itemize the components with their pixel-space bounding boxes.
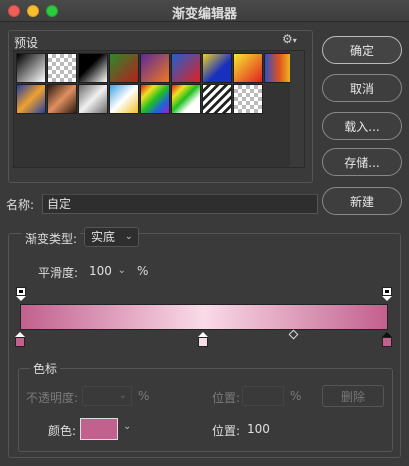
name-label: 名称:	[6, 198, 35, 212]
ok-button[interactable]: 确定	[322, 36, 402, 64]
preset-swatch[interactable]	[171, 53, 201, 83]
opacity-label: 不透明度:	[26, 391, 79, 405]
preset-swatch[interactable]	[233, 53, 263, 83]
preset-swatch[interactable]	[47, 53, 77, 83]
gradient-preview-bar[interactable]	[20, 304, 388, 330]
preset-swatch[interactable]	[109, 84, 139, 114]
opacity-unit: %	[138, 389, 150, 403]
name-input[interactable]: 自定	[42, 194, 318, 214]
smoothness-value: 100	[89, 264, 112, 278]
color-stop-group-label: 色标	[30, 360, 61, 377]
preset-swatch[interactable]	[47, 84, 77, 114]
chevron-down-icon: ⌄	[117, 265, 126, 276]
preset-swatch[interactable]	[202, 84, 232, 114]
preset-swatch[interactable]	[140, 84, 170, 114]
preset-swatch[interactable]	[202, 53, 232, 83]
opacity-position-label: 位置:	[212, 391, 241, 405]
color-position-label: 位置:	[212, 424, 241, 438]
opacity-stop-right[interactable]	[382, 287, 392, 301]
preset-swatch[interactable]	[233, 84, 263, 114]
color-position-input[interactable]: 100	[242, 419, 284, 439]
cancel-button[interactable]: 取消	[322, 74, 402, 102]
smoothness-unit: %	[137, 264, 149, 278]
smoothness-select[interactable]: 100 ⌄	[82, 261, 132, 281]
window-title: 渐变编辑器	[171, 7, 237, 22]
chevron-down-icon: ⌄	[124, 231, 133, 242]
delete-button: 删除	[322, 385, 384, 407]
opacity-position-input	[242, 386, 284, 406]
opacity-position-unit: %	[290, 389, 302, 403]
chevron-down-icon[interactable]: ⌄	[123, 421, 131, 432]
preset-swatch-list	[13, 50, 305, 168]
new-button[interactable]: 新建	[322, 187, 402, 215]
gear-icon[interactable]: ⚙▾	[282, 32, 297, 46]
preset-swatch[interactable]	[16, 53, 46, 83]
gradient-type-value: 实底	[91, 230, 116, 244]
gradient-type-select[interactable]: 实底 ⌄	[84, 227, 139, 247]
preset-swatch[interactable]	[109, 53, 139, 83]
load-button[interactable]: 载入...	[322, 112, 402, 140]
preset-swatch[interactable]	[78, 84, 108, 114]
color-stop-middle[interactable]	[198, 332, 208, 348]
preset-swatch[interactable]	[140, 53, 170, 83]
color-stop-group	[18, 368, 393, 452]
gradient-type-label: 渐变类型:	[22, 230, 81, 247]
preset-scrollbar[interactable]	[290, 51, 304, 167]
preset-swatch[interactable]	[16, 84, 46, 114]
preset-swatch[interactable]	[78, 53, 108, 83]
opacity-input: ⌄	[82, 386, 132, 406]
color-label: 颜色:	[48, 424, 77, 438]
color-stop-left[interactable]	[15, 332, 25, 348]
color-stop-right[interactable]	[382, 332, 392, 348]
save-button[interactable]: 存储...	[322, 148, 402, 176]
color-picker-swatch[interactable]	[80, 418, 118, 440]
title-bar: 渐变编辑器	[0, 0, 409, 22]
preset-swatch[interactable]	[171, 84, 201, 114]
smoothness-label: 平滑度:	[38, 266, 79, 280]
presets-label: 预设	[14, 36, 39, 50]
chevron-down-icon: ⌄	[118, 390, 127, 401]
opacity-stop-left[interactable]	[16, 287, 26, 301]
